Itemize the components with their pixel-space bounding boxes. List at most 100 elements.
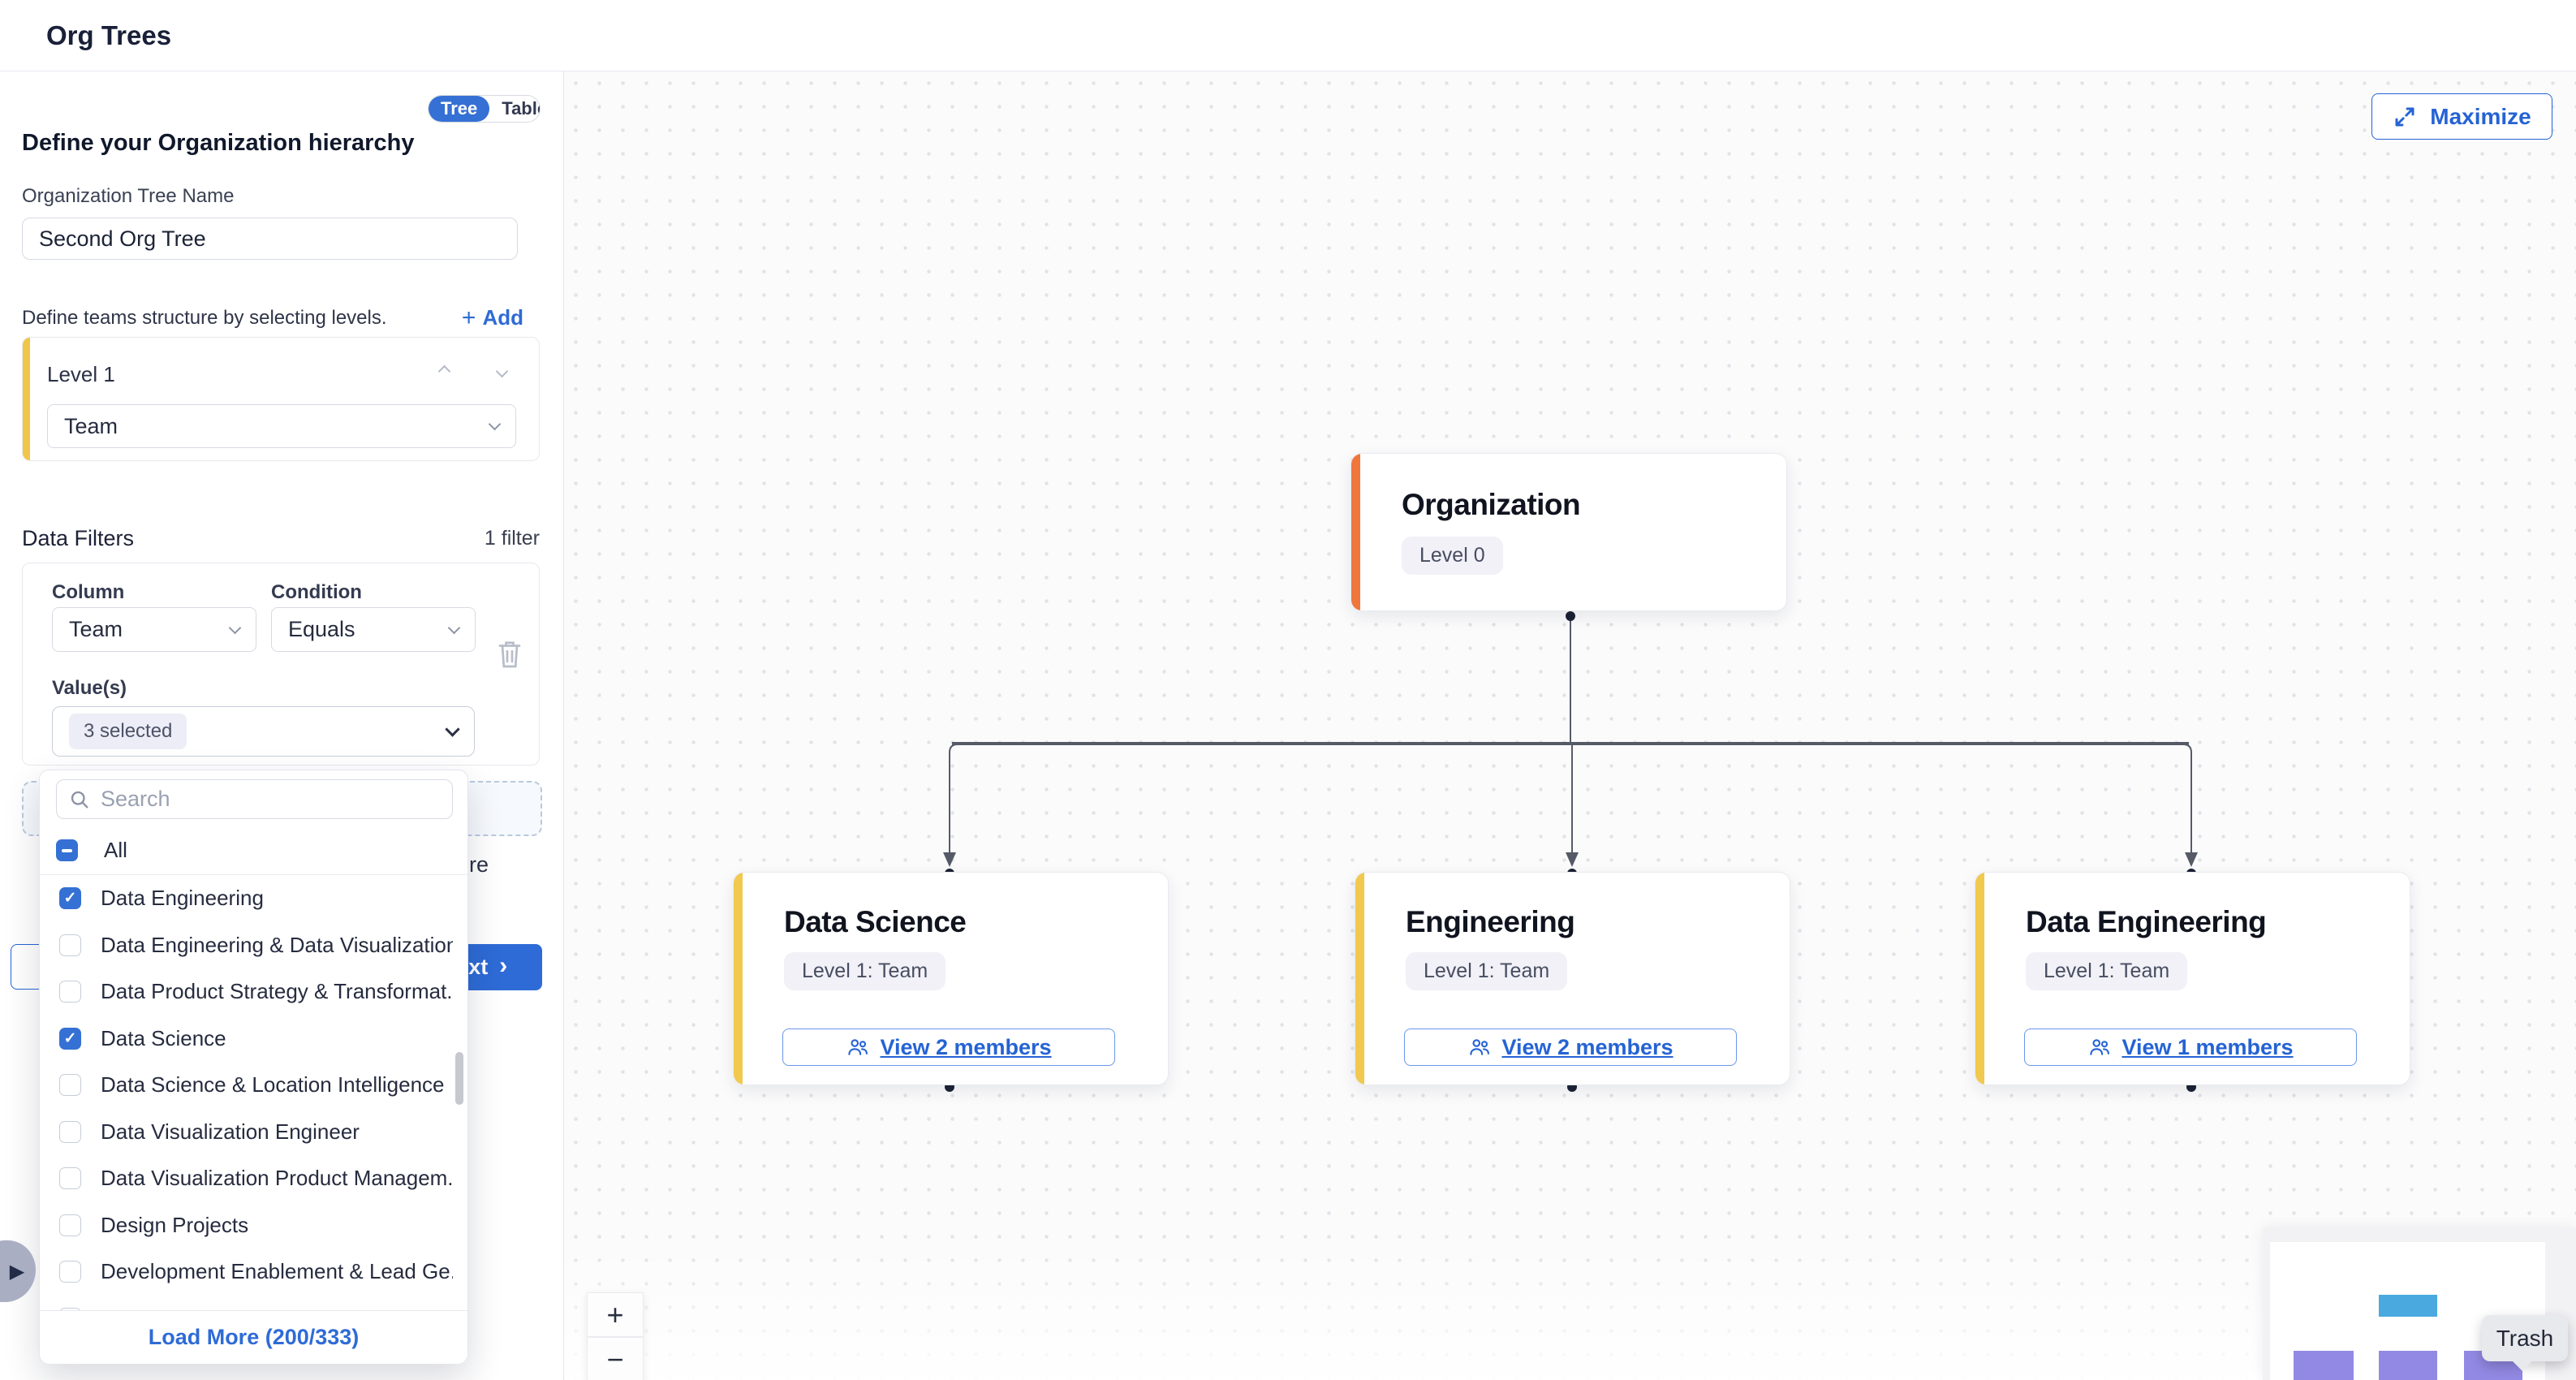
move-up-icon[interactable]: [438, 365, 451, 378]
option-row[interactable]: Data Product Strategy & Transformat...: [40, 968, 453, 1016]
add-level-button[interactable]: + Add: [462, 305, 523, 330]
hierarchy-panel: Tree Table Define your Organization hier…: [0, 71, 564, 1380]
org-node-data-science[interactable]: Data Science Level 1: Team View 2 member…: [733, 872, 1169, 1085]
view-members-label: View 1 members: [2122, 1035, 2293, 1060]
plus-icon: +: [462, 308, 476, 329]
option-label: Development Enablement & Lead Ge...: [101, 1259, 453, 1284]
option-checkbox[interactable]: [59, 981, 81, 1003]
maximize-icon: [2393, 105, 2417, 129]
node-level-badge: Level 1: Team: [2026, 952, 2187, 990]
levels-description: Define teams structure by selecting leve…: [22, 307, 387, 330]
play-icon: ▶: [10, 1260, 24, 1283]
zoom-controls: + −: [587, 1292, 644, 1380]
chevron-right-icon: ›: [499, 952, 507, 980]
option-row[interactable]: Data Visualization Product Managem...: [40, 1155, 453, 1202]
option-label: Data Engineering & Data Visualization: [101, 933, 453, 958]
view-members-button[interactable]: View 1 members: [2024, 1029, 2357, 1066]
load-more-button[interactable]: Load More (200/333): [40, 1310, 467, 1364]
data-filters-title: Data Filters: [22, 526, 134, 551]
search-input[interactable]: [101, 787, 425, 812]
values-label: Value(s): [52, 677, 127, 700]
level-title: Level 1: [47, 362, 115, 387]
condition-label: Condition: [271, 581, 362, 604]
option-row[interactable]: ✓Data Science: [40, 1016, 453, 1063]
zoom-in-button[interactable]: +: [587, 1292, 644, 1337]
option-row[interactable]: ✓ Data Engineering: [40, 875, 453, 922]
trash-tooltip: Trash: [2482, 1315, 2568, 1361]
option-checkbox[interactable]: [59, 1167, 81, 1189]
occluded-text-fragment: re: [469, 852, 489, 878]
node-level-badge: Level 0: [1402, 537, 1503, 575]
option-label: Data Science & Location Intelligence: [101, 1072, 445, 1098]
option-label: Data Visualization Product Managem...: [101, 1166, 453, 1191]
condition-select[interactable]: Equals: [271, 607, 476, 652]
values-multiselect[interactable]: 3 selected: [52, 706, 475, 757]
option-row[interactable]: Design Projects: [40, 1202, 453, 1249]
node-title: Organization: [1402, 488, 1786, 522]
option-row[interactable]: Development & Portfolio Strat...: [40, 1296, 453, 1311]
option-checkbox[interactable]: [59, 1074, 81, 1096]
view-toggle[interactable]: Tree Table: [428, 95, 541, 123]
option-checkbox[interactable]: ✓: [59, 1028, 81, 1050]
people-icon: [1467, 1035, 1492, 1059]
node-level-badge: Level 1: Team: [1406, 952, 1567, 990]
node-level-badge: Level 1: Team: [784, 952, 946, 990]
select-all-checkbox[interactable]: [56, 839, 78, 861]
level-card: Level 1 Team: [22, 337, 540, 461]
option-checkbox[interactable]: ✓: [59, 887, 81, 909]
option-checkbox[interactable]: [59, 1214, 81, 1236]
option-row[interactable]: Data Visualization Engineer: [40, 1109, 453, 1156]
panel-heading: Define your Organization hierarchy: [22, 130, 414, 157]
toggle-tree[interactable]: Tree: [429, 96, 489, 122]
people-icon: [2087, 1035, 2112, 1059]
option-label: Data Visualization Engineer: [101, 1119, 360, 1145]
search-icon: [68, 788, 91, 811]
tree-name-input[interactable]: [22, 218, 518, 260]
select-all-label: All: [104, 838, 127, 863]
chevron-down-icon: [229, 621, 242, 634]
org-tree-canvas[interactable]: Maximize Organization Level 0 Data Scien…: [564, 71, 2576, 1380]
chevron-down-icon: [445, 722, 459, 736]
chevron-down-icon: [489, 418, 502, 431]
org-node-engineering[interactable]: Engineering Level 1: Team View 2 members: [1355, 872, 1790, 1085]
node-title: Engineering: [1406, 905, 1790, 939]
org-node-root[interactable]: Organization Level 0: [1350, 453, 1787, 611]
select-all-row[interactable]: All: [40, 827, 467, 873]
page-title: Org Trees: [46, 20, 171, 51]
maximize-button[interactable]: Maximize: [2371, 93, 2552, 140]
trash-tooltip-tail: [2510, 1359, 2535, 1380]
org-node-data-engineering[interactable]: Data Engineering Level 1: Team View 1 me…: [1975, 872, 2410, 1085]
people-icon: [846, 1035, 870, 1059]
level-type-select[interactable]: Team: [47, 404, 516, 448]
minimap-child-node: [2294, 1351, 2354, 1380]
delete-filter-trash-icon[interactable]: [495, 638, 524, 671]
zoom-out-button[interactable]: −: [587, 1337, 644, 1380]
view-members-button[interactable]: View 2 members: [782, 1029, 1115, 1066]
dropdown-search[interactable]: [56, 779, 453, 819]
option-label: Data Product Strategy & Transformat...: [101, 979, 453, 1004]
values-dropdown: All ✓ Data Engineering Data Engineering & …: [39, 770, 468, 1364]
column-select[interactable]: Team: [52, 607, 256, 652]
option-label: Data Engineering: [101, 886, 264, 911]
minimap-root-node: [2379, 1295, 2437, 1317]
option-label: Design Projects: [101, 1213, 248, 1238]
option-checkbox[interactable]: [59, 1121, 81, 1143]
view-members-button[interactable]: View 2 members: [1404, 1029, 1737, 1066]
chevron-down-icon: [448, 621, 461, 634]
scrollbar-thumb[interactable]: [455, 1052, 463, 1105]
node-title: Data Engineering: [2026, 905, 2410, 939]
toggle-table[interactable]: Table: [489, 96, 541, 122]
option-checkbox[interactable]: [59, 934, 81, 956]
option-row[interactable]: Data Engineering & Data Visualization: [40, 922, 453, 969]
option-checkbox[interactable]: [59, 1261, 81, 1283]
node-title: Data Science: [784, 905, 1168, 939]
filter-count: 1 filter: [485, 527, 540, 550]
view-members-label: View 2 members: [880, 1035, 1051, 1060]
dropdown-option-list: ✓ Data Engineering Data Engineering & Data…: [40, 875, 453, 1310]
selected-count-chip: 3 selected: [69, 714, 187, 749]
minimap-child-node: [2379, 1351, 2437, 1380]
move-down-icon[interactable]: [496, 365, 509, 378]
view-members-label: View 2 members: [1501, 1035, 1673, 1060]
option-row[interactable]: Data Science & Location Intelligence: [40, 1062, 453, 1109]
option-row[interactable]: Development Enablement & Lead Ge...: [40, 1248, 453, 1296]
